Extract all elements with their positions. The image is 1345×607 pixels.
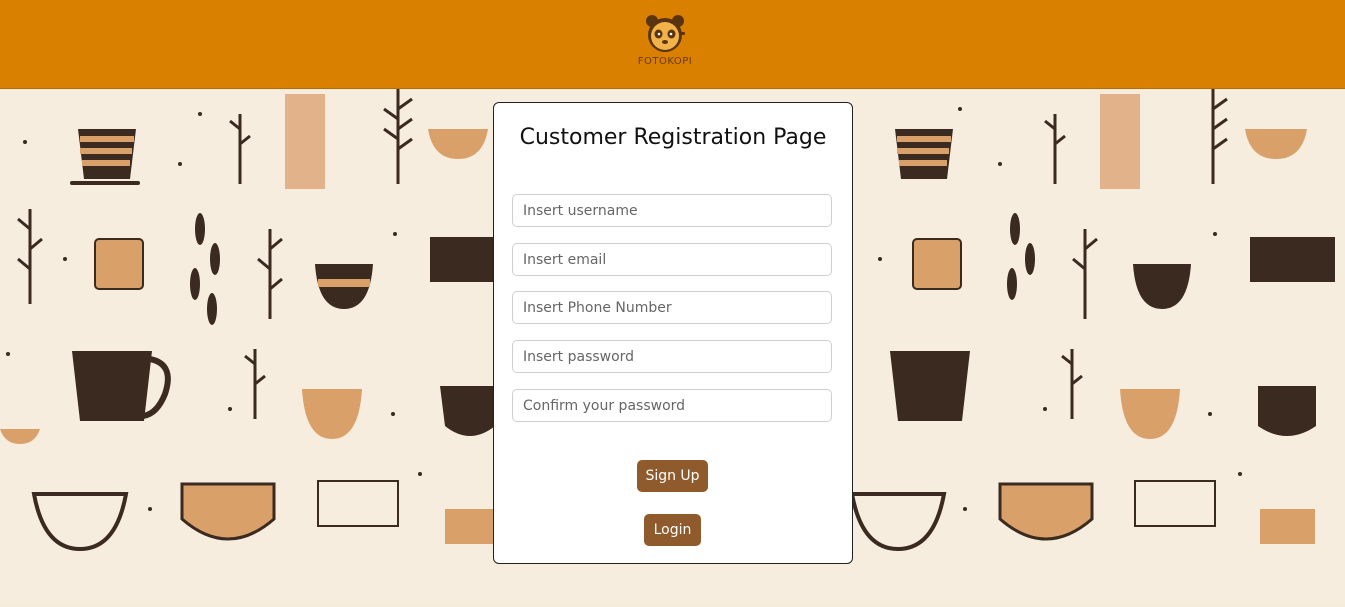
signup-button[interactable]: Sign Up bbox=[637, 460, 708, 492]
leaf-branch-icon bbox=[1007, 213, 1035, 300]
cup-shape bbox=[445, 509, 495, 544]
bottle-shape bbox=[285, 94, 325, 189]
panda-icon bbox=[646, 15, 685, 52]
confirm-password-input[interactable] bbox=[512, 389, 832, 422]
cup-outline-shape bbox=[1134, 480, 1216, 527]
bowl-shape bbox=[0, 429, 40, 444]
phone-input[interactable] bbox=[512, 291, 832, 324]
top-header: FOTOKOPI bbox=[0, 0, 1345, 89]
username-input[interactable] bbox=[512, 194, 832, 227]
striped-bowl-shape bbox=[31, 492, 129, 552]
mug-shape bbox=[72, 351, 152, 421]
striped-bowl-shape bbox=[849, 492, 947, 552]
large-bowl-shape bbox=[1250, 237, 1335, 282]
bowl-shape bbox=[440, 386, 495, 436]
email-input[interactable] bbox=[512, 243, 832, 276]
bowl-shape bbox=[1258, 386, 1316, 436]
bottle-shape bbox=[1100, 94, 1140, 189]
login-button[interactable]: Login bbox=[644, 514, 701, 546]
bowl-shape bbox=[1133, 264, 1191, 309]
cup-icon bbox=[70, 129, 140, 185]
cup-shape bbox=[1260, 509, 1315, 544]
bowl-shape bbox=[428, 129, 488, 159]
brand-logo[interactable]: FOTOKOPI bbox=[636, 12, 694, 74]
mug-shape bbox=[890, 351, 970, 421]
mug-shape bbox=[912, 238, 962, 290]
leaf-branch-icon bbox=[190, 213, 220, 325]
bowl-shape bbox=[1245, 129, 1307, 159]
mug-shape bbox=[94, 238, 144, 290]
cup-shape bbox=[302, 389, 362, 439]
bowl-stripe bbox=[318, 279, 370, 287]
brand-name: FOTOKOPI bbox=[637, 56, 693, 67]
page-title: Customer Registration Page bbox=[519, 125, 827, 150]
large-bowl-shape bbox=[430, 237, 495, 282]
cup-outline-shape bbox=[317, 480, 399, 527]
password-input[interactable] bbox=[512, 340, 832, 373]
bowl-shape bbox=[998, 482, 1094, 541]
registration-card: Customer Registration Page Sign Up Login bbox=[493, 102, 853, 564]
cup-shape bbox=[1120, 389, 1180, 439]
bowl-shape bbox=[180, 482, 276, 541]
cup-icon bbox=[895, 129, 953, 179]
